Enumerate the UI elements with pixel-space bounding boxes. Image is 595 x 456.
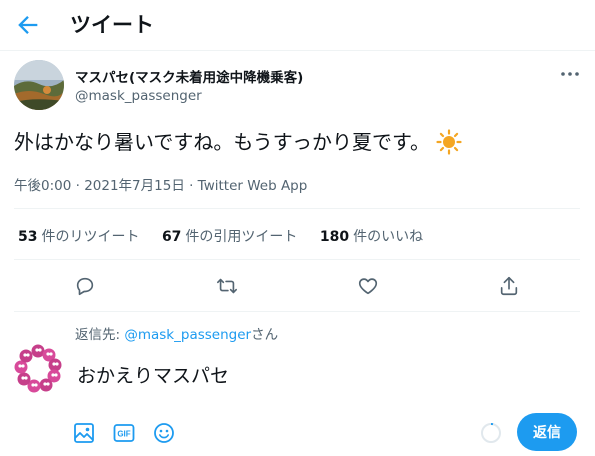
like-action[interactable] <box>355 273 381 299</box>
share-icon <box>500 276 518 296</box>
gif-icon[interactable]: GIF <box>112 421 136 445</box>
share-action[interactable] <box>496 273 522 299</box>
emoji-icon[interactable] <box>152 421 176 445</box>
page-title: ツイート <box>70 13 154 37</box>
quotes-stat[interactable]: 67 件の引用ツイート <box>162 229 297 245</box>
replying-to-prefix: 返信先: <box>75 327 125 343</box>
replying-to-handle[interactable]: @mask_passenger <box>124 327 251 343</box>
user-avatar[interactable] <box>12 343 64 393</box>
top-header: ツイート <box>0 0 595 51</box>
likes-stat[interactable]: 180 件のいいね <box>320 229 423 245</box>
replying-to-suffix: さん <box>251 327 279 343</box>
retweet-icon <box>217 278 237 294</box>
divider <box>14 208 580 209</box>
image-icon[interactable] <box>72 421 96 445</box>
quotes-label: 件の引用ツイート <box>185 229 298 245</box>
author-display-name[interactable]: マスパセ(マスク未着用途中降機乗客) <box>75 66 303 86</box>
reply-icon <box>76 277 94 296</box>
author-avatar[interactable] <box>14 60 64 110</box>
tweet-text: 外はかなり暑いですね。もうすっかり夏です。 <box>14 127 462 157</box>
quotes-count: 67 <box>161 229 182 245</box>
svg-text:GIF: GIF <box>117 430 130 439</box>
back-arrow-icon[interactable] <box>14 11 42 39</box>
character-counter-icon <box>481 423 501 443</box>
retweet-action[interactable] <box>214 273 240 299</box>
divider <box>14 259 580 260</box>
tweet-timestamp[interactable]: 午後0:00 · 2021年7月15日 · Twitter Web App <box>14 174 307 194</box>
retweets-label: 件のリツイート <box>41 229 140 245</box>
like-icon <box>358 278 378 295</box>
tweet-stats: 53 件のリツイート 67 件の引用ツイート 180 件のいいね <box>18 226 441 246</box>
likes-label: 件のいいね <box>353 229 424 245</box>
tweet-text-content: 外はかなり暑いですね。もうすっかり夏です。 <box>14 130 430 154</box>
reply-action[interactable] <box>72 273 98 299</box>
retweets-count: 53 <box>18 229 38 245</box>
replying-to: 返信先: @mask_passengerさん <box>75 323 278 343</box>
author-handle[interactable]: @mask_passenger <box>75 88 202 104</box>
retweets-stat[interactable]: 53 件のリツイート <box>18 229 139 245</box>
more-options-icon[interactable] <box>558 64 582 84</box>
reply-input[interactable]: おかえりマスパセ <box>77 361 229 388</box>
likes-count: 180 <box>319 229 350 245</box>
divider <box>14 311 580 312</box>
sun-icon <box>436 129 462 155</box>
reply-button[interactable]: 返信 <box>517 413 577 451</box>
